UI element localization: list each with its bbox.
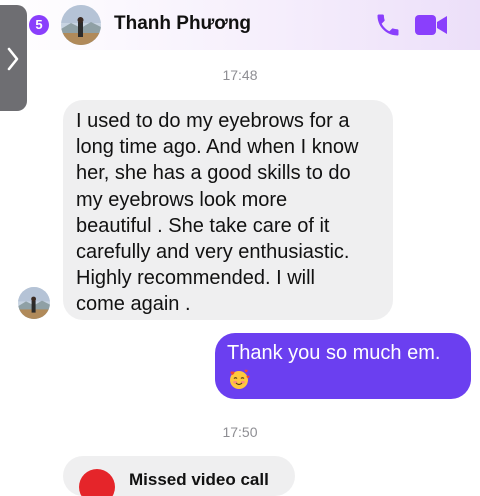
- contact-name[interactable]: Thanh Phương: [114, 13, 251, 35]
- outgoing-message-bubble[interactable]: Thank you so much em.: [215, 333, 471, 399]
- sender-avatar[interactable]: [18, 287, 50, 319]
- contact-avatar[interactable]: [61, 5, 101, 45]
- incoming-message-bubble[interactable]: I used to do my eyebrows for a long time…: [63, 100, 393, 320]
- side-panel-tab[interactable]: [0, 5, 27, 111]
- phone-icon[interactable]: [374, 11, 402, 39]
- outgoing-message-text: Thank you so much em.: [227, 342, 441, 364]
- incoming-message-text: I used to do my eyebrows for a long time…: [76, 110, 359, 316]
- message-timestamp-2: 17:50: [222, 424, 258, 440]
- message-timestamp: 17:48: [222, 67, 258, 83]
- missed-video-call-card[interactable]: Missed video call: [63, 456, 295, 496]
- smiling-face-with-hearts-icon: [230, 369, 250, 389]
- missed-video-call-icon: [79, 469, 115, 496]
- unread-count-badge[interactable]: 5: [29, 15, 49, 35]
- missed-call-label: Missed video call: [129, 470, 269, 489]
- chat-header: 5 Thanh Phương: [0, 0, 480, 50]
- video-camera-icon[interactable]: [414, 12, 448, 38]
